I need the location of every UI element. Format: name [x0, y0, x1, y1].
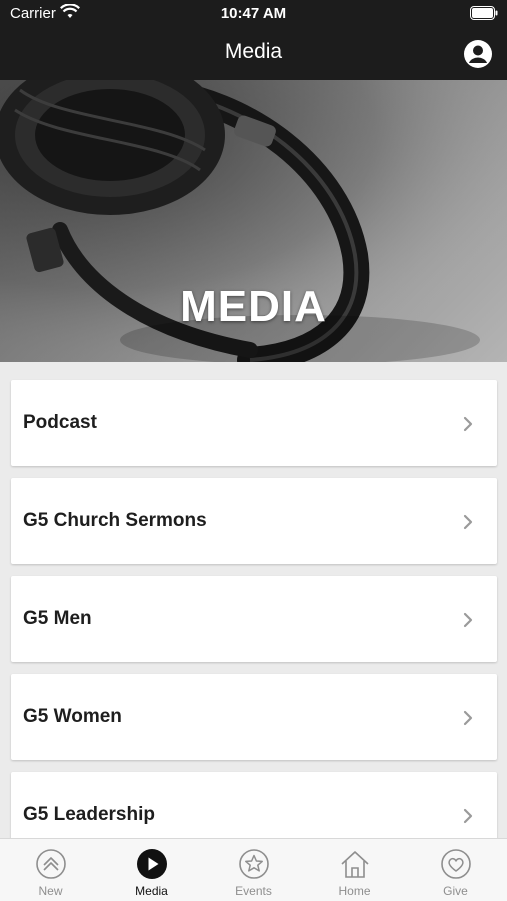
tab-bar: New Media Events Home Give [0, 838, 507, 901]
tab-home[interactable]: Home [304, 839, 405, 901]
status-bar: Carrier 10:47 AM [0, 0, 507, 28]
chevron-right-icon [463, 514, 473, 530]
menu-item-label: G5 Church Sermons [23, 510, 207, 531]
media-menu-list: Podcast G5 Church Sermons G5 Men G5 Wome… [11, 380, 497, 870]
tab-media[interactable]: Media [101, 839, 202, 901]
navigation-bar: Media [0, 28, 507, 80]
heart-circle-icon [441, 849, 471, 879]
menu-item-label: G5 Men [23, 608, 92, 629]
tab-label: New [38, 884, 63, 898]
profile-button[interactable] [463, 39, 493, 69]
tab-label: Give [443, 884, 468, 898]
tab-label: Media [135, 884, 168, 898]
tab-label: Events [235, 884, 272, 898]
play-circle-icon [137, 849, 167, 879]
chevron-right-icon [463, 710, 473, 726]
menu-item-label: Podcast [23, 412, 97, 433]
page-title: Media [224, 40, 283, 63]
tab-new[interactable]: New [0, 839, 101, 901]
chevron-right-icon [463, 612, 473, 628]
battery-icon [470, 6, 498, 20]
star-circle-icon [239, 849, 269, 879]
hero-banner: MEDIA [0, 80, 507, 362]
chevron-right-icon [463, 808, 473, 824]
menu-item-podcast[interactable]: Podcast [11, 380, 497, 466]
tab-events[interactable]: Events [203, 839, 304, 901]
status-time: 10:47 AM [220, 5, 287, 22]
menu-item-women[interactable]: G5 Women [11, 674, 497, 760]
home-icon [341, 851, 369, 878]
menu-item-label: G5 Women [23, 706, 122, 727]
chevron-up-circle-icon [36, 849, 66, 879]
chevron-right-icon [463, 416, 473, 432]
tab-label: Home [338, 884, 371, 898]
menu-item-church-sermons[interactable]: G5 Church Sermons [11, 478, 497, 564]
menu-item-men[interactable]: G5 Men [11, 576, 497, 662]
hero-title: MEDIA [180, 282, 327, 331]
tab-give[interactable]: Give [405, 839, 506, 901]
